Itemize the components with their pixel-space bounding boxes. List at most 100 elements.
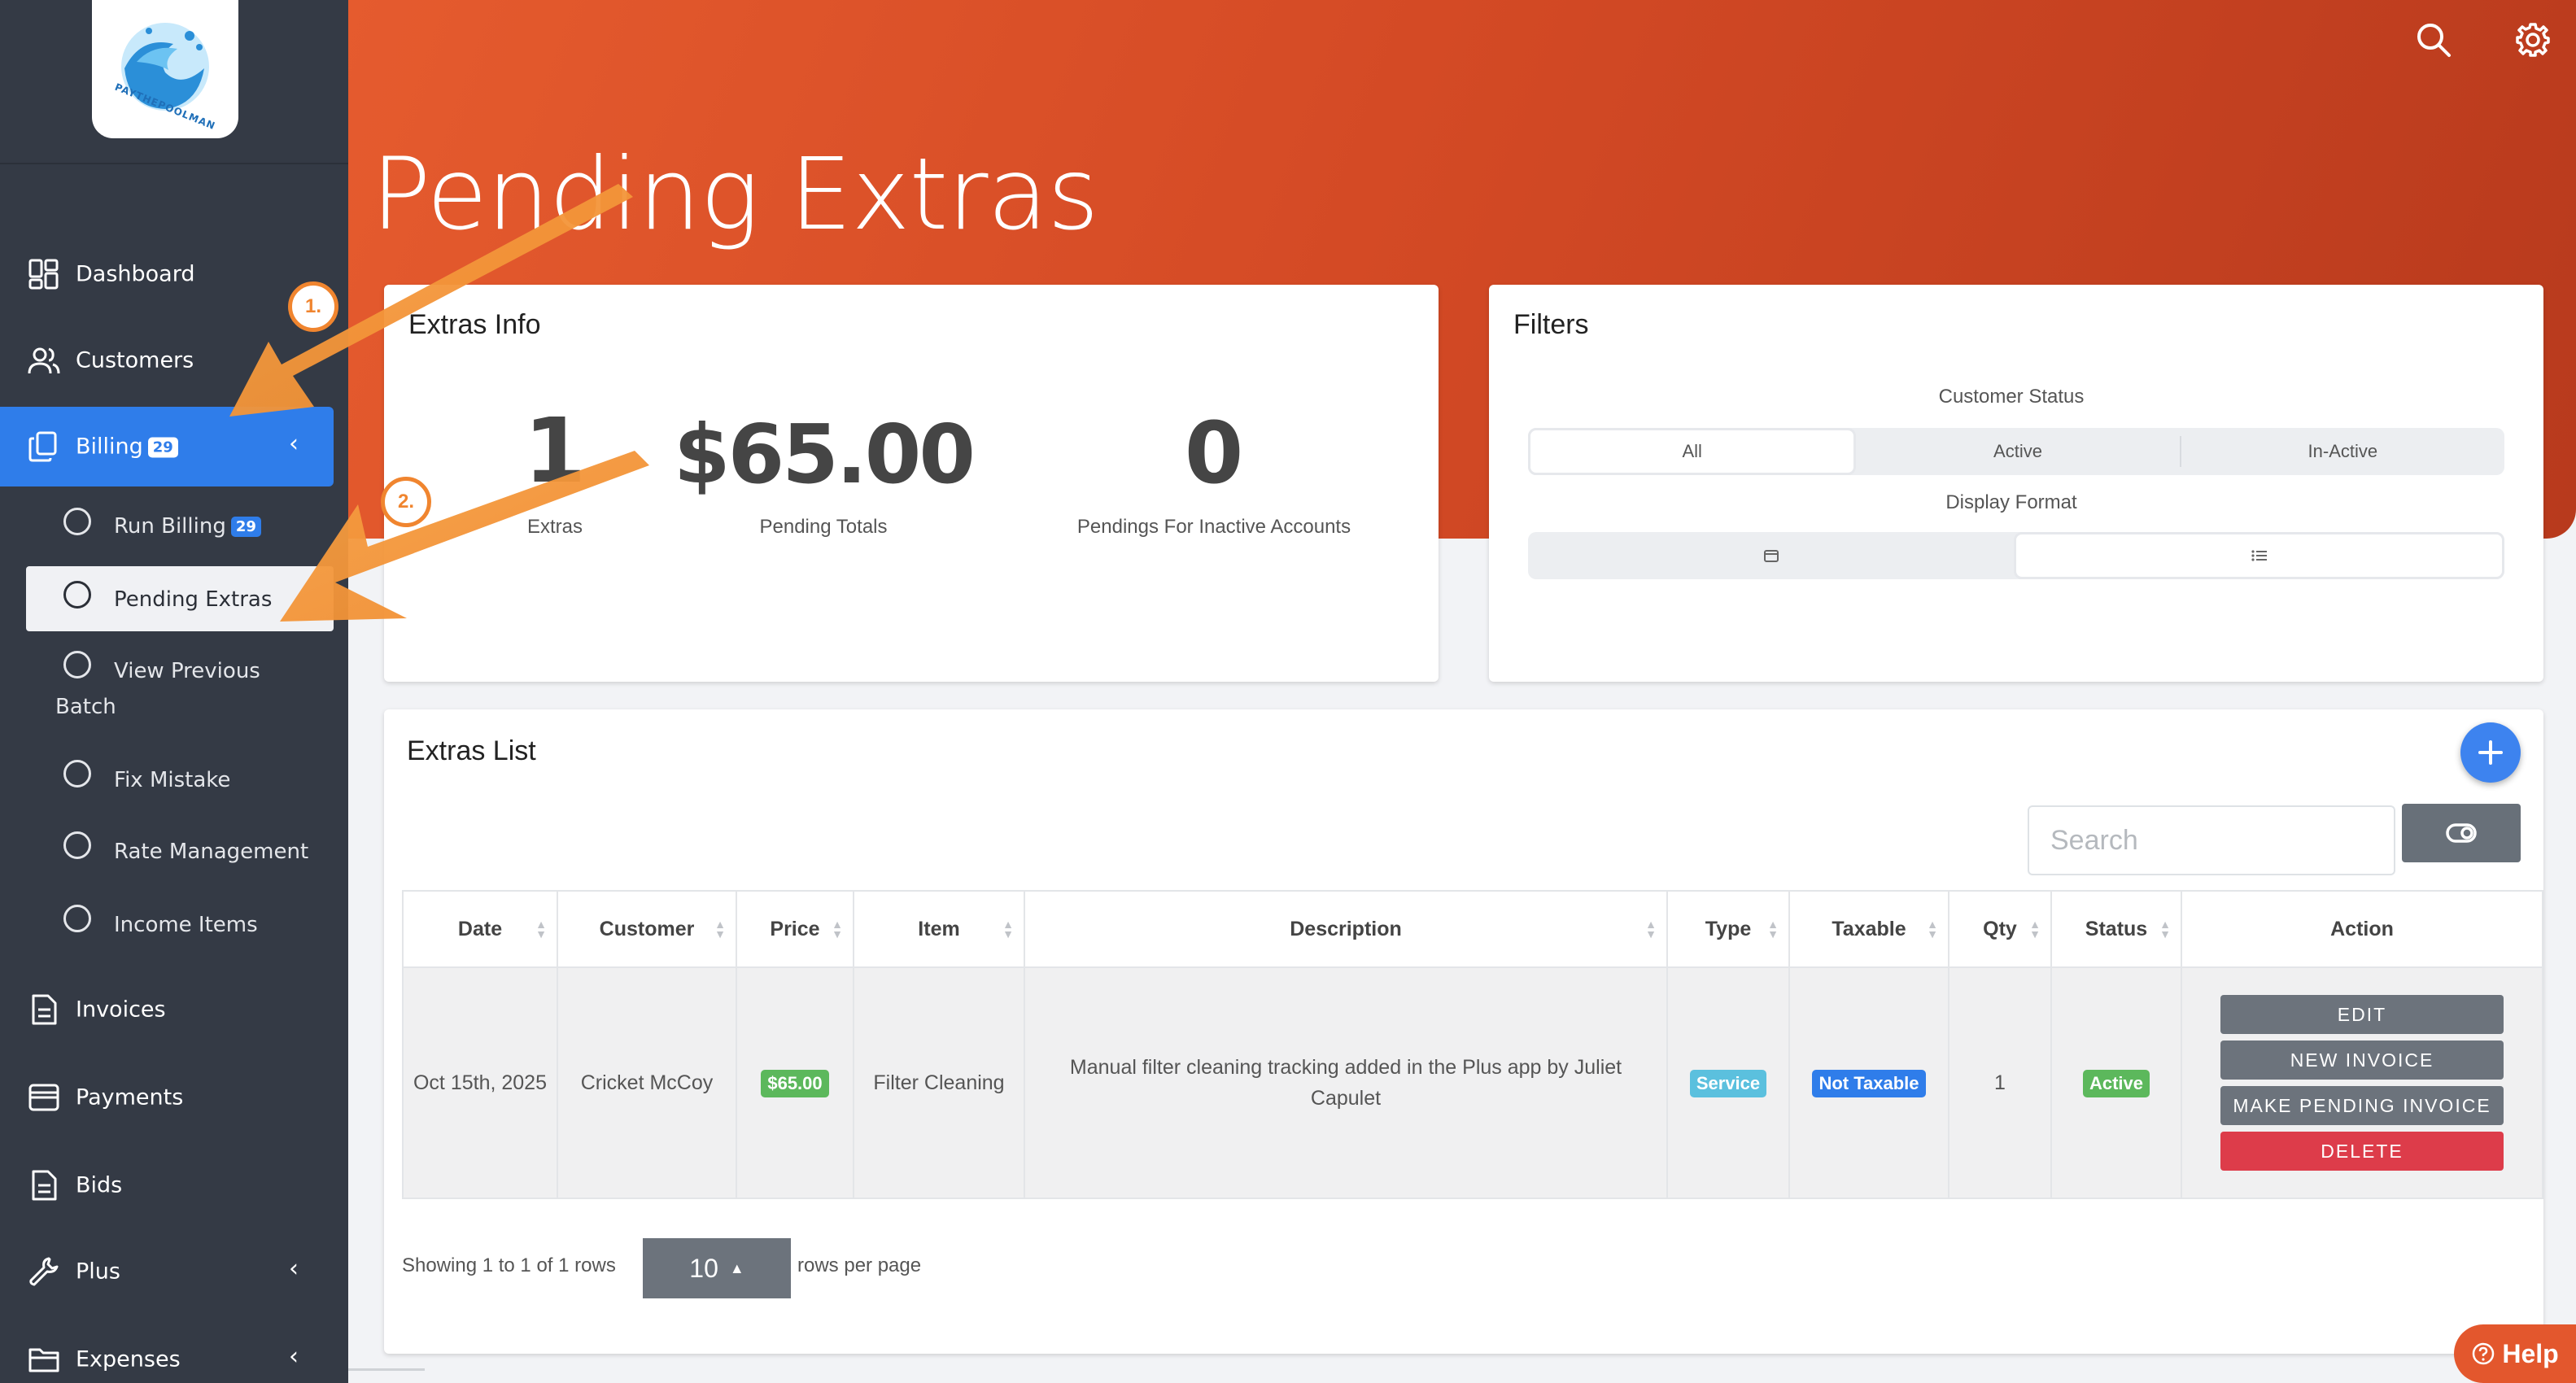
search-input[interactable] [2028, 805, 2395, 875]
circle-icon [63, 905, 91, 932]
folder-icon [28, 1348, 59, 1372]
billing-icon [28, 431, 57, 462]
document-icon [32, 994, 57, 1025]
filters-card: Filters Customer Status All Active In-Ac… [1489, 285, 2543, 682]
display-format-card-option[interactable] [1528, 532, 2014, 579]
column-header-item[interactable]: Item ▲ ▼ [853, 890, 1025, 968]
sidebar-subitem-view-previous-batch[interactable]: View Previous Batch [26, 651, 334, 724]
sidebar-item-bids[interactable]: Bids [0, 1145, 334, 1225]
billing-label: Billing [76, 434, 143, 460]
column-header-label: Date [457, 917, 503, 940]
cell-qty: 1 [1948, 966, 2052, 1199]
sidebar-item-plus[interactable]: Plus ‹ [0, 1232, 334, 1311]
cell-description: Manual filter cleaning tracking added in… [1024, 966, 1668, 1199]
brand-logo[interactable]: PAYTHEPOOLMAN [92, 0, 238, 138]
type-badge: Service [1689, 1070, 1767, 1097]
extras-info-card: Extras Info 1 Extras $65.00 Pending Tota… [384, 285, 1439, 682]
pagination-summary: Showing 1 to 1 of 1 rows [402, 1254, 616, 1276]
sidebar-subitem-rate-management[interactable]: Rate Management [26, 831, 334, 872]
sidebar-subitem-fix-mistake[interactable]: Fix Mistake [26, 760, 334, 801]
column-header-date[interactable]: Date ▲ ▼ [402, 890, 558, 968]
help-button[interactable]: Help [2454, 1324, 2576, 1383]
wrench-icon [29, 1257, 59, 1286]
customer-status-label: Customer Status [1938, 386, 2085, 408]
subitem-label: Fix Mistake [114, 768, 231, 792]
sidebar-divider [0, 163, 348, 164]
dashboard-icon [28, 259, 59, 290]
sidebar-subitem-run-billing[interactable]: Run Billing 29 [26, 504, 334, 553]
column-header-label: Status [2085, 917, 2148, 940]
pending-totals-label: Pending Totals [759, 516, 888, 538]
gear-icon[interactable] [2514, 21, 2552, 59]
extras-count-label: Extras [526, 516, 583, 538]
extras-info-title: Extras Info [408, 309, 541, 340]
column-header-label: Customer [599, 917, 695, 940]
pending-totals-value: $65.00 [674, 407, 976, 502]
sidebar-subitem-income-items[interactable]: Income Items [26, 905, 334, 945]
list-view-icon [2251, 550, 2267, 561]
document-icon [32, 1170, 57, 1201]
sidebar-subitem-pending-extras[interactable]: Pending Extras [26, 566, 334, 631]
sidebar-item-label: Plus [76, 1259, 120, 1285]
subitem-label: Income Items [114, 913, 258, 937]
sidebar-item-invoices[interactable]: Invoices [0, 970, 334, 1049]
chevron-left-icon: ‹ [289, 1342, 299, 1371]
scroll-indicator [348, 1368, 425, 1371]
add-extra-button[interactable] [2460, 722, 2521, 783]
customer-status-toggle: All Active In-Active [1528, 428, 2504, 475]
sidebar-item-dashboard[interactable]: Dashboard [0, 234, 334, 314]
column-header-label: Price [770, 917, 820, 940]
sidebar-item-payments[interactable]: Payments [0, 1058, 334, 1137]
circle-icon [63, 760, 91, 787]
card-view-icon [1763, 550, 1779, 562]
column-header-description[interactable]: Description ▲ ▼ [1024, 890, 1668, 968]
status-option-all[interactable]: All [1528, 428, 1857, 475]
delete-button[interactable]: DELETE [2220, 1132, 2504, 1171]
status-option-active[interactable]: Active [1856, 436, 2181, 467]
toggle-icon [2446, 823, 2477, 843]
billing-count-badge: 29 [147, 437, 178, 458]
page-size-dropdown[interactable]: 10 ▲ [643, 1238, 791, 1298]
cell-item: Filter Cleaning [853, 966, 1025, 1199]
sort-icon: ▲ ▼ [1002, 918, 1014, 940]
sidebar-item-label: Invoices [76, 997, 166, 1023]
sort-icon: ▲ ▼ [1927, 918, 1938, 940]
circle-icon [63, 651, 91, 678]
sidebar-item-billing[interactable]: Billing 29 ‹ [0, 407, 334, 486]
sidebar-item-expenses[interactable]: Expenses ‹ [0, 1320, 334, 1383]
sort-icon: ▲ ▼ [1645, 918, 1657, 940]
sort-icon: ▲ ▼ [714, 918, 726, 940]
column-toggle-button[interactable] [2402, 804, 2521, 862]
edit-button[interactable]: EDIT [2220, 995, 2504, 1034]
table-row: Oct 15th, 2025 Cricket McCoy $65.00 Filt… [402, 966, 2543, 1199]
column-header-customer[interactable]: Customer ▲ ▼ [557, 890, 737, 968]
sort-icon: ▲ ▼ [2159, 918, 2171, 940]
sidebar-item-customers[interactable]: Customers [0, 321, 334, 400]
column-header-qty[interactable]: Qty ▲ ▼ [1948, 890, 2052, 968]
subitem-label: Rate Management [114, 840, 309, 864]
circle-icon [63, 831, 91, 859]
display-format-list-option[interactable] [2014, 532, 2504, 579]
cell-price: $65.00 [736, 966, 854, 1199]
cell-customer: Cricket McCoy [557, 966, 737, 1199]
column-header-label: Taxable [1832, 917, 1906, 940]
make-pending-invoice-button[interactable]: MAKE PENDING INVOICE [2220, 1086, 2504, 1125]
search-icon[interactable] [2415, 21, 2452, 59]
card-icon [28, 1084, 59, 1111]
new-invoice-button[interactable]: NEW INVOICE [2220, 1041, 2504, 1080]
column-header-label: Description [1290, 917, 1402, 940]
status-option-inactive[interactable]: In-Active [2181, 428, 2504, 475]
column-header-label: Qty [1983, 917, 2017, 940]
column-header-price[interactable]: Price ▲ ▼ [736, 890, 854, 968]
column-header-status[interactable]: Status ▲ ▼ [2050, 890, 2182, 968]
subitem-label-line2: Batch [55, 695, 116, 719]
column-header-taxable[interactable]: Taxable ▲ ▼ [1788, 890, 1949, 968]
chevron-left-icon: ‹ [289, 430, 299, 458]
display-format-toggle [1528, 532, 2504, 579]
sidebar-item-label: Dashboard [76, 261, 195, 287]
users-icon [28, 347, 60, 374]
taxable-badge: Not Taxable [1812, 1070, 1926, 1097]
column-header-type[interactable]: Type ▲ ▼ [1666, 890, 1790, 968]
price-badge: $65.00 [761, 1070, 829, 1097]
sidebar-item-label: Expenses [76, 1346, 181, 1372]
